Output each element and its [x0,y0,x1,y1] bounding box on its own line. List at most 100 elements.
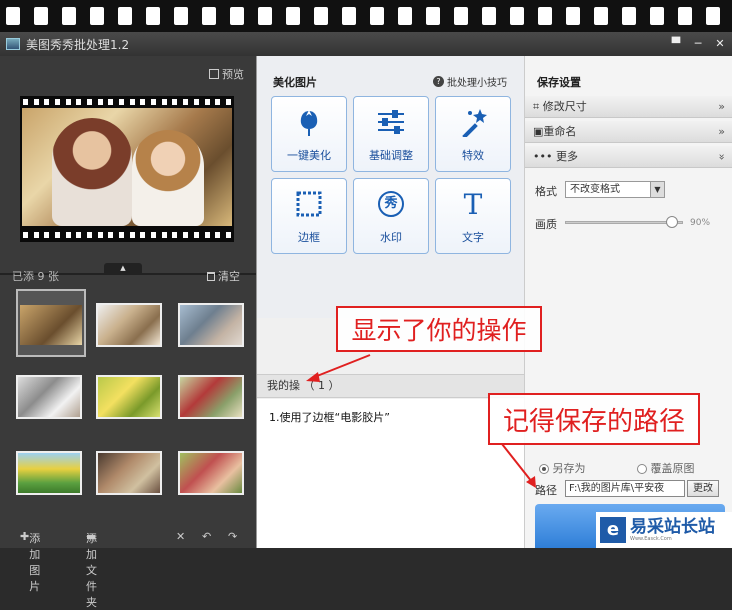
tulip-icon [272,105,346,139]
sprocket-hole [65,99,71,105]
film-hole [398,7,412,25]
sprocket-hole [183,232,189,238]
film-hole [258,7,272,25]
sprocket-row-bottom [20,230,234,240]
delete-icon[interactable]: ✕ [176,530,185,543]
film-hole [314,7,328,25]
sprocket-hole [44,232,50,238]
preview-icon [209,69,219,79]
image-thumbnail[interactable] [96,375,162,419]
tips-label: 批处理小技巧 [447,78,507,89]
clear-button[interactable]: 清空 [207,268,240,284]
film-hole [174,7,188,25]
film-hole [62,7,76,25]
sprocket-hole [119,232,125,238]
image-list-panel: 预览 ▲ 已添 9 张 清空 ✚ 添加图片 ▬ 添加文件夹 ✕ ↶ ↷ [0,56,256,609]
quality-label: 画质 [535,218,557,231]
operation-item: 1.使用了边框“电影胶片” [269,411,390,424]
slider-knob[interactable] [666,216,679,228]
watermark-logo-icon: e [600,517,626,543]
overwrite-option[interactable]: 覆盖原图 [637,460,695,476]
sprocket-hole [183,99,189,105]
tips-link[interactable]: ? 批处理小技巧 [433,74,507,89]
film-hole [34,7,48,25]
sprocket-hole [140,99,146,105]
chevron-right-icon: » [718,125,725,138]
operations-list: 1.使用了边框“电影胶片” [257,399,525,548]
change-path-button[interactable]: 更改 [687,480,719,497]
tool-effects[interactable]: 特效 [435,96,511,172]
add-folder-label: 添加文件夹 [86,532,97,609]
menu-icon[interactable]: ▀ [668,36,684,52]
film-hole [678,7,692,25]
chevron-right-icon: » [718,100,725,113]
film-hole [6,7,20,25]
tool-frame[interactable]: 边框 [271,178,347,254]
site-watermark: e 易采站长站 Www.Easck.Com [596,512,732,548]
minimize-icon[interactable]: ─ [690,36,706,52]
sprocket-hole [33,99,39,105]
sprocket-hole [119,99,125,105]
image-thumbnail[interactable] [178,375,244,419]
tool-label: 基础调整 [369,149,413,162]
film-hole [286,7,300,25]
photo-figure-mother [52,118,132,226]
quality-slider[interactable] [565,216,683,228]
tool-watermark[interactable]: 秀 水印 [353,178,429,254]
preview-button[interactable]: 预览 [209,66,244,82]
image-thumbnail[interactable] [178,451,244,495]
sprocket-hole [151,99,157,105]
save-settings-panel: 保存设置 ⌗ 修改尺寸 » ▣重命名 » ••• 更多 » 格式 不改变格式 ▼… [524,56,732,548]
window-title: 美图秀秀批处理1.2 [26,37,130,52]
close-icon[interactable]: ✕ [712,36,728,52]
sprocket-hole [76,99,82,105]
path-field[interactable]: F:\我的图片库\平安夜 [565,480,685,497]
image-thumbnail[interactable] [16,451,82,495]
section-title: 美化图片 [273,76,317,89]
tool-auto-beautify[interactable]: 一键美化 [271,96,347,172]
overwrite-label: 覆盖原图 [650,462,695,475]
sprocket-hole [161,232,167,238]
tool-text[interactable]: T 文字 [435,178,511,254]
rotate-left-icon[interactable]: ↶ [202,530,211,543]
tool-label: 特效 [462,149,484,162]
sprocket-hole [22,232,28,238]
image-thumbnail[interactable] [16,289,86,357]
annotation-ops: 显示了你的操作 [336,306,542,352]
resize-row[interactable]: ⌗ 修改尺寸 » [525,96,732,118]
watermark-text: 易采站长站 [630,517,715,537]
film-hole [454,7,468,25]
more-row[interactable]: ••• 更多 » [525,146,732,168]
rotate-right-icon[interactable]: ↷ [228,530,237,543]
sprocket-hole [215,99,221,105]
sprocket-hole [215,232,221,238]
sprocket-hole [54,232,60,238]
watermark-stamp-icon: 秀 [354,187,428,221]
film-hole [342,7,356,25]
tool-label: 一键美化 [287,149,331,162]
format-label: 格式 [535,185,557,198]
format-select[interactable]: 不改变格式 ▼ [565,181,665,198]
format-value: 不改变格式 [570,184,620,195]
sprocket-hole [44,99,50,105]
tool-basic-adjust[interactable]: 基础调整 [353,96,429,172]
sprocket-hole [129,99,135,105]
overwrite-radio[interactable] [637,464,647,474]
sprocket-hole [193,232,199,238]
film-hole [230,7,244,25]
sprocket-hole [204,232,210,238]
collapse-preview-button[interactable]: ▲ [104,263,142,273]
film-hole [202,7,216,25]
rename-row[interactable]: ▣重命名 » [525,121,732,143]
image-thumbnail[interactable] [178,303,244,347]
title-bar: 美图秀秀批处理1.2 ▀ ─ ✕ [0,32,732,56]
add-image-label: 添加图片 [29,532,41,593]
add-image-button[interactable]: ✚ 添加图片 [20,530,40,593]
sprocket-hole [86,232,92,238]
image-thumbnail[interactable] [96,451,162,495]
image-thumbnail[interactable] [16,375,82,419]
help-icon: ? [433,76,444,87]
image-thumbnail[interactable] [96,303,162,347]
operations-title: 我的操 [267,379,300,392]
tool-label: 水印 [380,231,402,244]
